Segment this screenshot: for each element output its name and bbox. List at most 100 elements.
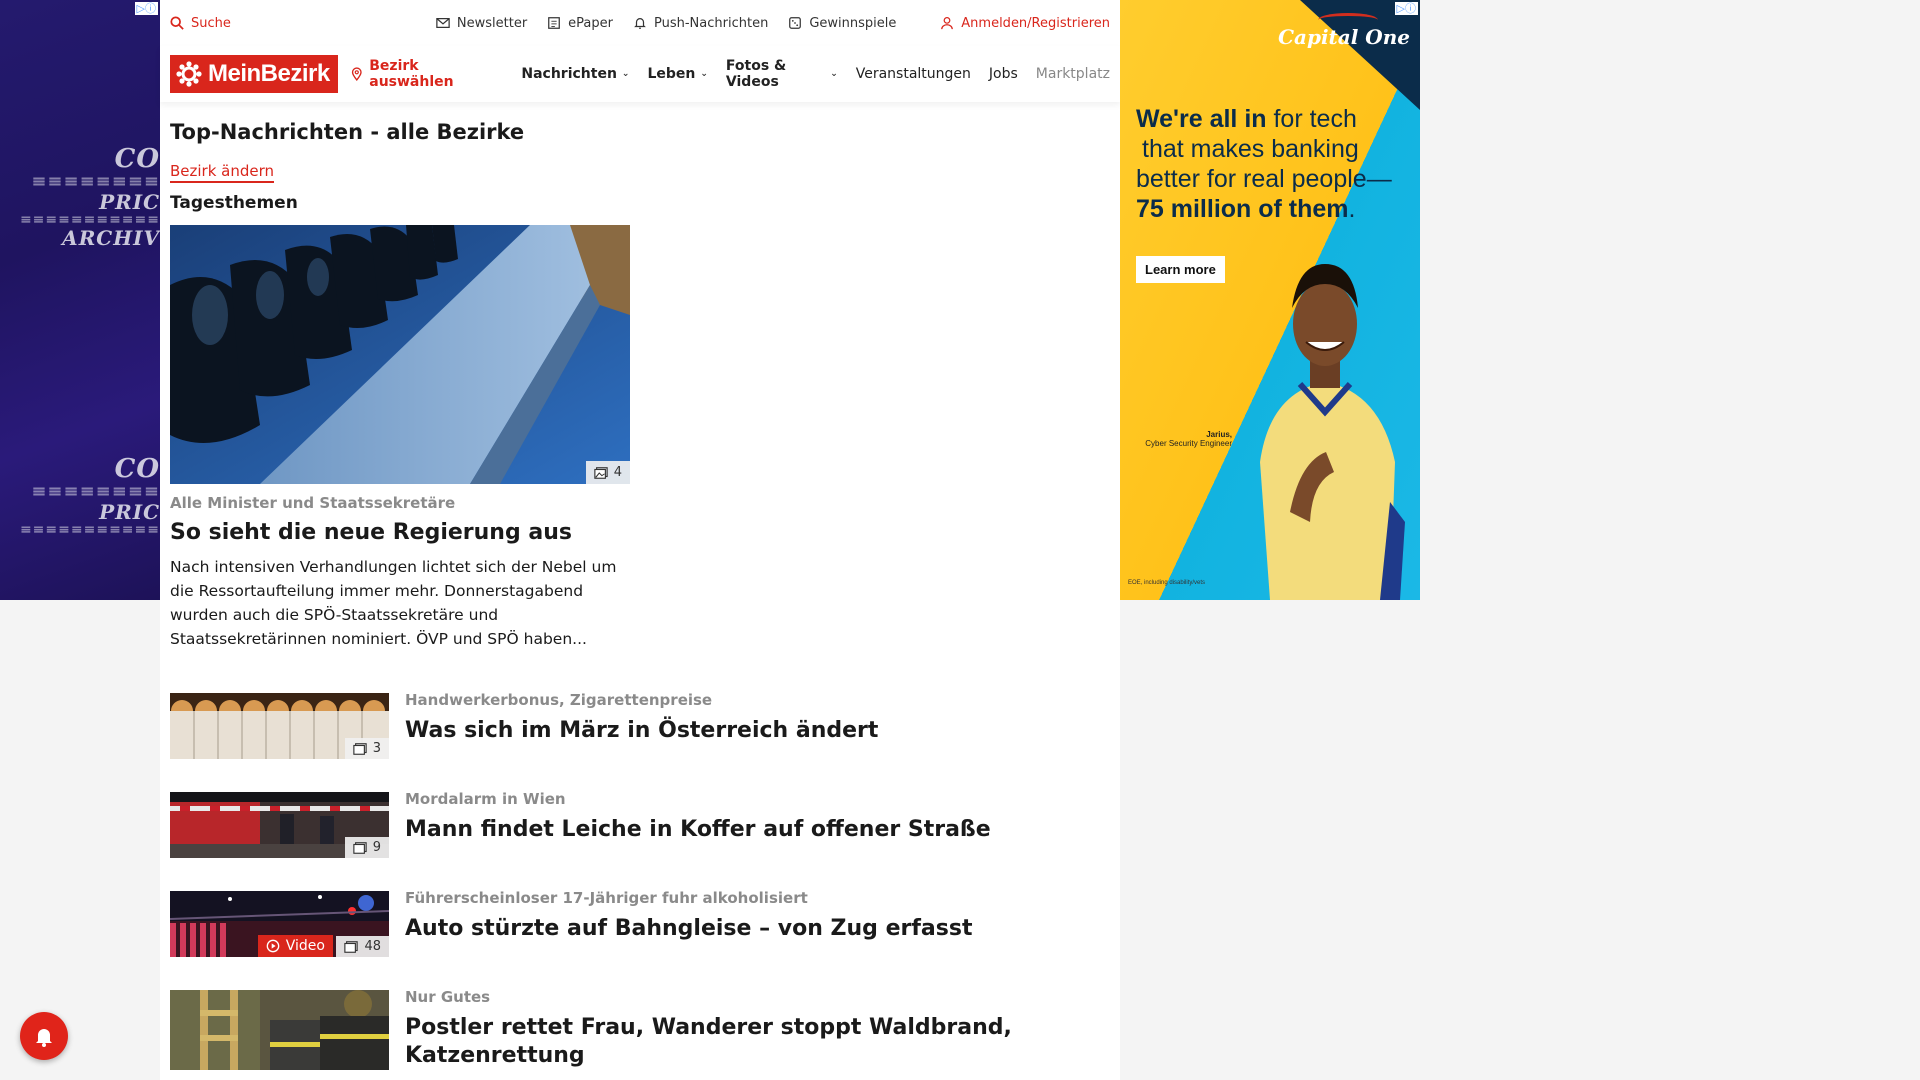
- dice-icon: [789, 17, 802, 29]
- hero-article[interactable]: 4 Alle Minister und Staatssekretäre So s…: [170, 225, 630, 651]
- gallery-count-badge: 4: [585, 461, 630, 484]
- ad-fine-print: EOE, including disability/vets: [1128, 580, 1206, 586]
- gallery-count-badge: 48: [336, 936, 389, 957]
- ad-copy-text: better for real people—: [1136, 165, 1392, 193]
- article-thumbnail[interactable]: 9: [170, 792, 389, 858]
- article-text: Handwerkerbonus, Zigarettenpreise Was si…: [405, 691, 878, 771]
- skin-line: PRIC: [99, 500, 160, 525]
- person-role: Cyber Security Engineer: [1145, 439, 1232, 448]
- skin-line-noise: ≡≡≡≡≡≡≡≡≡≡≡: [19, 212, 160, 229]
- ad-person-image: [1260, 264, 1405, 600]
- user-icon: [941, 16, 954, 30]
- video-label: Video: [285, 938, 325, 954]
- nav-label: Jobs: [988, 66, 1018, 82]
- article-headline[interactable]: Was sich im März in Österreich ändert: [405, 717, 878, 745]
- ad-copy-bold: 75 million of them: [1136, 195, 1349, 223]
- learn-more-button[interactable]: Learn more: [1136, 256, 1225, 283]
- nav-item-veranstaltungen[interactable]: Veranstaltungen: [856, 58, 971, 90]
- hero-headline[interactable]: So sieht die neue Regierung aus: [170, 520, 630, 545]
- content-area: Top-Nachrichten - alle Bezirke Bezirk än…: [160, 120, 1120, 1070]
- logo-flower-icon: [176, 61, 202, 87]
- gallery-count: 3: [372, 741, 381, 756]
- bell-icon: [36, 1029, 52, 1047]
- adchoices-icon[interactable]: ▷ⓘ: [1394, 2, 1418, 15]
- search-link[interactable]: Suche: [170, 16, 231, 31]
- capital-one-ad[interactable]: ▷ⓘ Capital One We're all in for tech tha…: [1120, 0, 1420, 600]
- skin-ad-text: CO ≡≡≡≡≡≡≡≡ PRIC ≡≡≡≡≡≡≡≡≡≡≡ ARCHIV: [19, 145, 160, 250]
- list-item[interactable]: 3 Handwerkerbonus, Zigarettenpreise Was …: [170, 691, 1110, 771]
- nav-label: Leben: [647, 66, 696, 82]
- skin-ad-text: CO ≡≡≡≡≡≡≡≡ PRIC ≡≡≡≡≡≡≡≡≡≡≡: [20, 455, 160, 538]
- page-title: Top-Nachrichten - alle Bezirke: [170, 120, 525, 144]
- article-thumbnail[interactable]: 3: [170, 693, 389, 759]
- ad-headline: We're all in for tech that makes banking…: [1136, 104, 1392, 224]
- article-kicker: Handwerkerbonus, Zigarettenpreise: [405, 691, 713, 709]
- nav-item-marktplatz[interactable]: Marktplatz: [1036, 58, 1110, 90]
- list-item[interactable]: Video 48 Führerscheinloser 17-Jähriger f…: [170, 889, 1110, 969]
- hero-teaser: Nach intensiven Verhandlungen lichtet si…: [170, 558, 617, 648]
- chevron-down-icon: ⌄: [621, 69, 630, 79]
- push-notifications-label: Push-Nachrichten: [654, 15, 769, 31]
- contests-link[interactable]: Gewinnspiele: [788, 16, 896, 31]
- gallery-count-badge: 9: [344, 837, 389, 858]
- ad-copy-text: .: [1348, 195, 1356, 223]
- newsletter-link[interactable]: Newsletter: [436, 16, 527, 31]
- capital-one-logo: Capital One: [1278, 13, 1410, 49]
- nav-item-leben[interactable]: Leben ⌄: [647, 58, 707, 90]
- article-headline[interactable]: Auto stürzte auf Bahngleise – von Zug er…: [405, 915, 972, 943]
- notification-bell-button[interactable]: [20, 1012, 68, 1060]
- search-icon: [170, 16, 184, 30]
- play-icon: [266, 939, 280, 953]
- nav-label: Fotos & Videos: [725, 58, 787, 90]
- article-kicker: Führerscheinloser 17-Jähriger fuhr alkoh…: [405, 889, 808, 907]
- nav-label: Marktplatz: [1035, 66, 1110, 82]
- article-thumbnail[interactable]: Video 48: [170, 891, 389, 957]
- gallery-icon: [353, 742, 367, 755]
- article-thumbnail[interactable]: [170, 990, 389, 1070]
- login-label: Anmelden/Registrieren: [961, 15, 1110, 31]
- main-column: Suche Newsletter ePaper Push-Nachrichten…: [160, 0, 1120, 1080]
- chevron-down-icon: ⌄: [830, 69, 838, 79]
- article-headline[interactable]: Postler rettet Frau, Wanderer stoppt Wal…: [405, 1014, 1110, 1070]
- gallery-icon: [344, 940, 359, 953]
- hero-image[interactable]: 4: [170, 225, 630, 484]
- left-skin-ad[interactable]: ▷ⓘ CO ≡≡≡≡≡≡≡≡ PRIC ≡≡≡≡≡≡≡≡≡≡≡ ARCHIV C…: [0, 0, 160, 600]
- list-item[interactable]: Nur Gutes Postler rettet Frau, Wanderer …: [170, 988, 1110, 1070]
- chevron-down-icon: ⌄: [700, 69, 708, 79]
- nav-label: Veranstaltungen: [855, 66, 971, 82]
- skin-line: ARCHIV: [62, 225, 160, 250]
- epaper-link[interactable]: ePaper: [547, 16, 613, 31]
- main-navigation: MeinBezirk Bezirk auswählen Nachrichten ⌄…: [160, 46, 1120, 102]
- select-district-label: Bezirk auswählen: [369, 58, 454, 90]
- article-headline[interactable]: Mann findet Leiche in Koffer auf offener…: [405, 816, 991, 844]
- ad-copy-text: that makes banking: [1142, 135, 1359, 163]
- newspaper-icon: [548, 17, 561, 29]
- article-text: Nur Gutes Postler rettet Frau, Wanderer …: [405, 988, 1110, 1068]
- video-badge: Video: [257, 935, 333, 957]
- article-text: Führerscheinloser 17-Jähriger fuhr alkoh…: [405, 889, 972, 969]
- nav-label: Nachrichten: [521, 66, 617, 82]
- gallery-count: 48: [364, 939, 381, 954]
- change-district-link[interactable]: Bezirk ändern: [170, 162, 275, 183]
- skin-line-noise: ≡≡≡≡≡≡≡≡: [31, 481, 160, 503]
- meinbezirk-logo[interactable]: MeinBezirk: [170, 55, 338, 93]
- push-notifications-link[interactable]: Push-Nachrichten: [633, 16, 768, 31]
- nav-item-jobs[interactable]: Jobs: [989, 58, 1018, 90]
- nav-item-fotos-videos[interactable]: Fotos & Videos ⌄: [726, 58, 838, 90]
- section-heading: Tagesthemen: [170, 193, 298, 213]
- login-link[interactable]: Anmelden/Registrieren: [940, 16, 1110, 31]
- top-utility-bar: Suche Newsletter ePaper Push-Nachrichten…: [160, 0, 1120, 46]
- select-district-button[interactable]: Bezirk auswählen: [350, 58, 504, 90]
- skin-line: PRIC: [99, 190, 160, 215]
- epaper-label: ePaper: [568, 15, 613, 31]
- nav-menu: Nachrichten ⌄ Leben ⌄ Fotos & Videos ⌄ Vera…: [521, 58, 1110, 90]
- adchoices-icon[interactable]: ▷ⓘ: [134, 2, 158, 15]
- brand-text: Capital One: [1278, 25, 1410, 49]
- article-list: 3 Handwerkerbonus, Zigarettenpreise Was …: [170, 691, 1110, 1070]
- gallery-count: 9: [372, 840, 381, 855]
- nav-item-nachrichten[interactable]: Nachrichten ⌄: [521, 58, 629, 90]
- mail-icon: [436, 18, 450, 28]
- ad-copy-text: for tech: [1266, 105, 1357, 133]
- contests-label: Gewinnspiele: [809, 15, 897, 31]
- list-item[interactable]: 9 Mordalarm in Wien Mann findet Leiche i…: [170, 790, 1110, 870]
